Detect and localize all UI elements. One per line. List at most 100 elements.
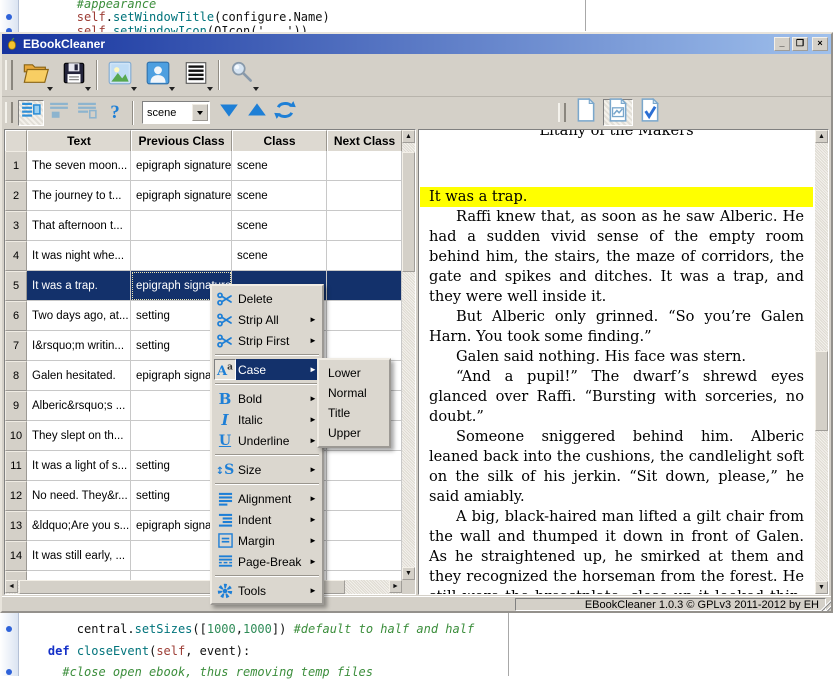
cell-prev[interactable]: epigraph signature — [131, 151, 232, 181]
cell-text[interactable]: That afternoon t... — [27, 211, 131, 241]
menu-item-margin[interactable]: Margin ► — [212, 530, 322, 551]
cell-next[interactable] — [327, 451, 402, 481]
toolbar-grip[interactable] — [5, 101, 13, 124]
cell-next[interactable] — [327, 181, 402, 211]
cell-text[interactable]: It was night whe... — [27, 241, 131, 271]
column-header-previous-class[interactable]: Previous Class — [131, 130, 232, 151]
row-header-3[interactable]: 3 — [5, 211, 27, 241]
menu-item-alignment[interactable]: Alignment ► — [212, 488, 322, 509]
cell-next[interactable] — [327, 241, 402, 271]
view-text-button[interactable] — [46, 100, 72, 126]
scroll-down-arrow[interactable]: ▼ — [815, 581, 828, 594]
cell-next[interactable] — [327, 511, 402, 541]
view-box-button[interactable] — [74, 100, 100, 126]
submenu-item-title[interactable]: Title — [319, 403, 389, 423]
cell-next[interactable] — [327, 481, 402, 511]
row-header-12[interactable]: 12 — [5, 481, 27, 511]
cell-class[interactable]: scene — [232, 241, 327, 271]
view-split-button[interactable] — [18, 99, 44, 126]
cell-prev[interactable] — [131, 241, 232, 271]
row-header-8[interactable]: 8 — [5, 361, 27, 391]
row-header-10[interactable]: 10 — [5, 421, 27, 451]
menu-item-size[interactable]: ↕S Size ► — [212, 459, 322, 480]
scroll-down-arrow[interactable]: ▼ — [402, 567, 415, 580]
text-button[interactable] — [178, 57, 214, 93]
column-header-next-class[interactable]: Next Class — [327, 130, 402, 151]
scroll-up-arrow[interactable]: ▲ — [815, 130, 828, 143]
cell-prev[interactable] — [131, 211, 232, 241]
row-header-14[interactable]: 14 — [5, 541, 27, 571]
breakpoint-dot-icon[interactable] — [6, 626, 12, 632]
cell-text[interactable]: No need. They&r... — [27, 481, 131, 511]
breakpoint-dot-icon[interactable] — [6, 14, 12, 20]
scroll-left-arrow[interactable]: ◄ — [5, 580, 18, 593]
cell-text[interactable]: &ldquo;Are you s... — [27, 511, 131, 541]
cell-text[interactable]: Two days ago, at... — [27, 301, 131, 331]
submenu-item-upper[interactable]: Upper — [319, 423, 389, 443]
save-button[interactable] — [56, 57, 92, 93]
menu-item-page-break[interactable]: Page-Break ► — [212, 551, 322, 572]
minimize-button[interactable]: _ — [774, 37, 790, 51]
menu-item-case[interactable]: Aa Case ► — [212, 359, 322, 380]
cell-text[interactable]: It was a light of s... — [27, 451, 131, 481]
down-triangle-button[interactable] — [216, 100, 242, 126]
cell-text[interactable]: The seven moon... — [27, 151, 131, 181]
cell-class[interactable]: scene — [232, 151, 327, 181]
column-header-text[interactable]: Text — [27, 130, 131, 151]
metadata-button[interactable] — [140, 57, 176, 93]
images-button[interactable] — [102, 57, 138, 93]
cell-prev[interactable]: epigraph signature — [131, 181, 232, 211]
row-header-7[interactable]: 7 — [5, 331, 27, 361]
row-header-1[interactable]: 1 — [5, 151, 27, 181]
row-header-9[interactable]: 9 — [5, 391, 27, 421]
open-button[interactable] — [18, 57, 54, 93]
refresh-button[interactable] — [272, 100, 298, 126]
menu-item-strip-first[interactable]: Strip First ► — [212, 330, 322, 351]
cell-next[interactable] — [327, 301, 402, 331]
row-header-5[interactable]: 5 — [5, 271, 27, 301]
scroll-up-arrow[interactable]: ▲ — [402, 130, 415, 143]
up-triangle-button[interactable] — [244, 100, 270, 126]
vscroll-thumb[interactable] — [815, 351, 828, 431]
page-chart-button[interactable] — [603, 97, 633, 126]
cell-class[interactable]: scene — [232, 211, 327, 241]
preview-vscrollbar[interactable]: ▲ ▼ — [815, 130, 828, 594]
submenu-item-normal[interactable]: Normal — [319, 383, 389, 403]
row-header-2[interactable]: 2 — [5, 181, 27, 211]
close-button[interactable]: × — [812, 37, 828, 51]
class-selector[interactable]: scene — [142, 101, 210, 124]
cell-text[interactable]: Alberic&rsquo;s ... — [27, 391, 131, 421]
menu-item-delete[interactable]: Delete — [212, 288, 322, 309]
maximize-button[interactable]: ❒ — [792, 37, 808, 51]
row-header-13[interactable]: 13 — [5, 511, 27, 541]
row-header-11[interactable]: 11 — [5, 451, 27, 481]
cell-text[interactable]: It was a trap. — [27, 271, 131, 301]
table-hscrollbar[interactable]: ◄ ► — [5, 580, 402, 594]
cell-text[interactable]: I&rsquo;m writin... — [27, 331, 131, 361]
cell-next[interactable] — [327, 331, 402, 361]
menu-item-italic[interactable]: I Italic ► — [212, 409, 322, 430]
menu-item-indent[interactable]: Indent ► — [212, 509, 322, 530]
cell-next[interactable] — [327, 541, 402, 571]
page-blank-button[interactable] — [571, 97, 601, 126]
breakpoint-dot-icon[interactable] — [6, 669, 12, 675]
cell-class[interactable]: scene — [232, 181, 327, 211]
menu-item-tools[interactable]: Tools ► — [212, 580, 322, 601]
combo-dropdown-button[interactable] — [192, 104, 208, 121]
row-header-6[interactable]: 6 — [5, 301, 27, 331]
search-button[interactable] — [224, 57, 260, 93]
menu-item-strip-all[interactable]: Strip All ► — [212, 309, 322, 330]
vscroll-thumb[interactable] — [402, 152, 415, 272]
submenu-item-lower[interactable]: Lower — [319, 363, 389, 383]
cell-text[interactable]: It was still early, ... — [27, 541, 131, 571]
menu-item-underline[interactable]: U Underline ► — [212, 430, 322, 451]
toolbar-grip[interactable] — [5, 60, 13, 90]
cell-text[interactable]: Galen hesitated. — [27, 361, 131, 391]
toolbar-grip[interactable] — [558, 103, 566, 122]
menu-item-bold[interactable]: B Bold ► — [212, 388, 322, 409]
cell-next[interactable] — [327, 211, 402, 241]
cell-text[interactable]: The journey to t... — [27, 181, 131, 211]
column-header-class[interactable]: Class — [232, 130, 327, 151]
cell-next[interactable] — [327, 151, 402, 181]
table-vscrollbar[interactable]: ▲ ▼ — [402, 130, 415, 580]
